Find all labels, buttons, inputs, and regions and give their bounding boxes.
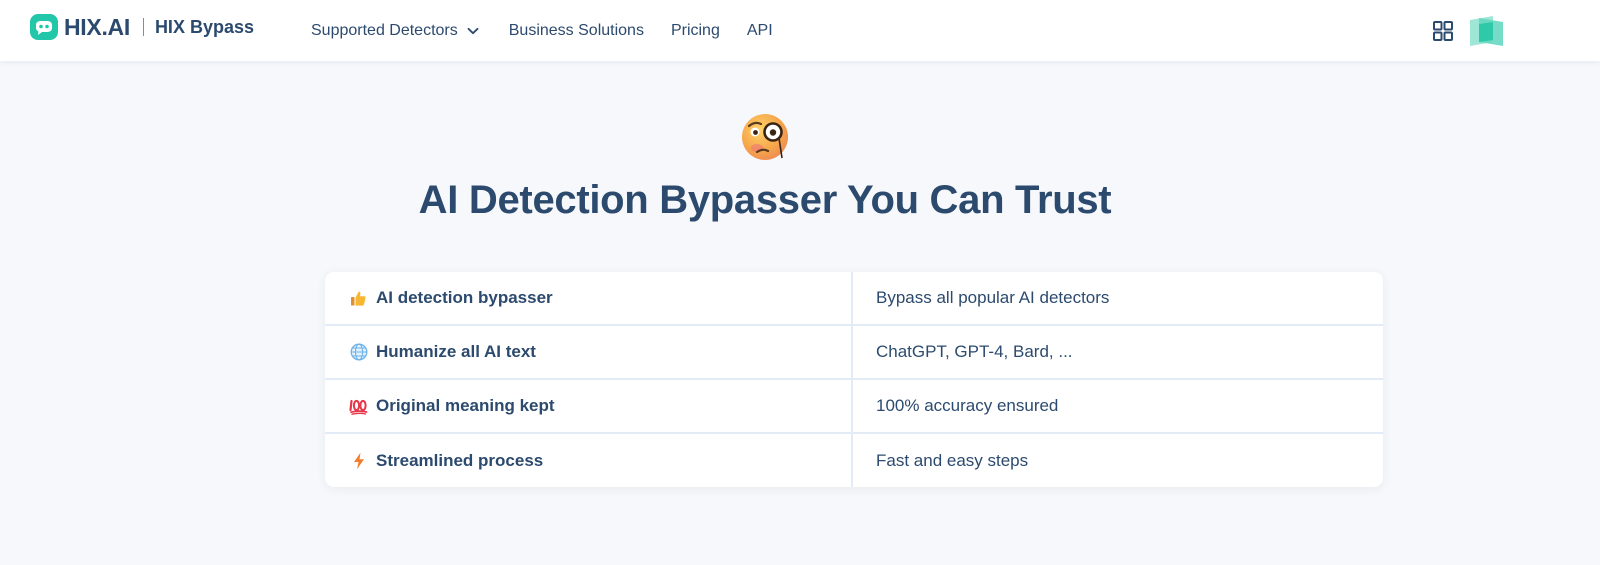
feature-value: Bypass all popular AI detectors: [876, 288, 1110, 307]
feature-label-cell: Streamlined process: [325, 434, 853, 487]
chevron-down-icon: [467, 27, 479, 34]
hero-title: AI Detection Bypasser You Can Trust: [418, 178, 1112, 222]
top-navigation-bar: HIX.AI HIX Bypass Supported Detectors Bu…: [0, 0, 1600, 61]
brand[interactable]: HIX.AI HIX Bypass: [29, 12, 254, 42]
header-tools: [1432, 14, 1507, 48]
nav-api[interactable]: API: [747, 22, 773, 40]
apps-grid-icon[interactable]: [1432, 20, 1454, 42]
feature-value: 100% accuracy ensured: [876, 396, 1059, 415]
feature-label: Streamlined process: [376, 450, 544, 470]
nav-supported-detectors-label: Supported Detectors: [311, 21, 458, 39]
table-row: AI detection bypasser Bypass all popular…: [325, 272, 1383, 326]
table-row: Streamlined process Fast and easy steps: [325, 434, 1383, 487]
hundred-points-icon: [349, 397, 368, 416]
nav-supported-detectors[interactable]: Supported Detectors: [311, 22, 479, 40]
face-with-monocle-icon: [742, 114, 788, 160]
nav-business-solutions[interactable]: Business Solutions: [509, 22, 644, 40]
product-name: HIX Bypass: [154, 16, 254, 37]
feature-label-cell: AI detection bypasser: [325, 272, 853, 324]
thumbs-up-icon: [349, 289, 368, 308]
lightning-icon: [349, 451, 368, 470]
feature-label-cell: Humanize all AI text: [325, 326, 853, 378]
logo-icon: [30, 14, 58, 40]
account-avatar-icon[interactable]: [1467, 14, 1507, 48]
table-row: Original meaning kept 100% accuracy ensu…: [325, 380, 1383, 434]
logo-text: HIX.AI: [64, 13, 130, 40]
brand-divider: [142, 18, 144, 36]
feature-label-cell: Original meaning kept: [325, 380, 853, 432]
feature-value: ChatGPT, GPT-4, Bard, ...: [876, 342, 1073, 361]
features-table: AI detection bypasser Bypass all popular…: [325, 272, 1383, 487]
nav-pricing[interactable]: Pricing: [671, 22, 720, 40]
feature-label: Original meaning kept: [376, 396, 555, 415]
feature-label: Humanize all AI text: [376, 342, 536, 361]
globe-icon: [349, 343, 368, 362]
main-nav: Supported Detectors Business Solutions P…: [311, 0, 773, 61]
feature-value: Fast and easy steps: [876, 450, 1029, 470]
feature-label: AI detection bypasser: [376, 288, 553, 307]
table-row: Humanize all AI text ChatGPT, GPT-4, Bar…: [325, 326, 1383, 380]
